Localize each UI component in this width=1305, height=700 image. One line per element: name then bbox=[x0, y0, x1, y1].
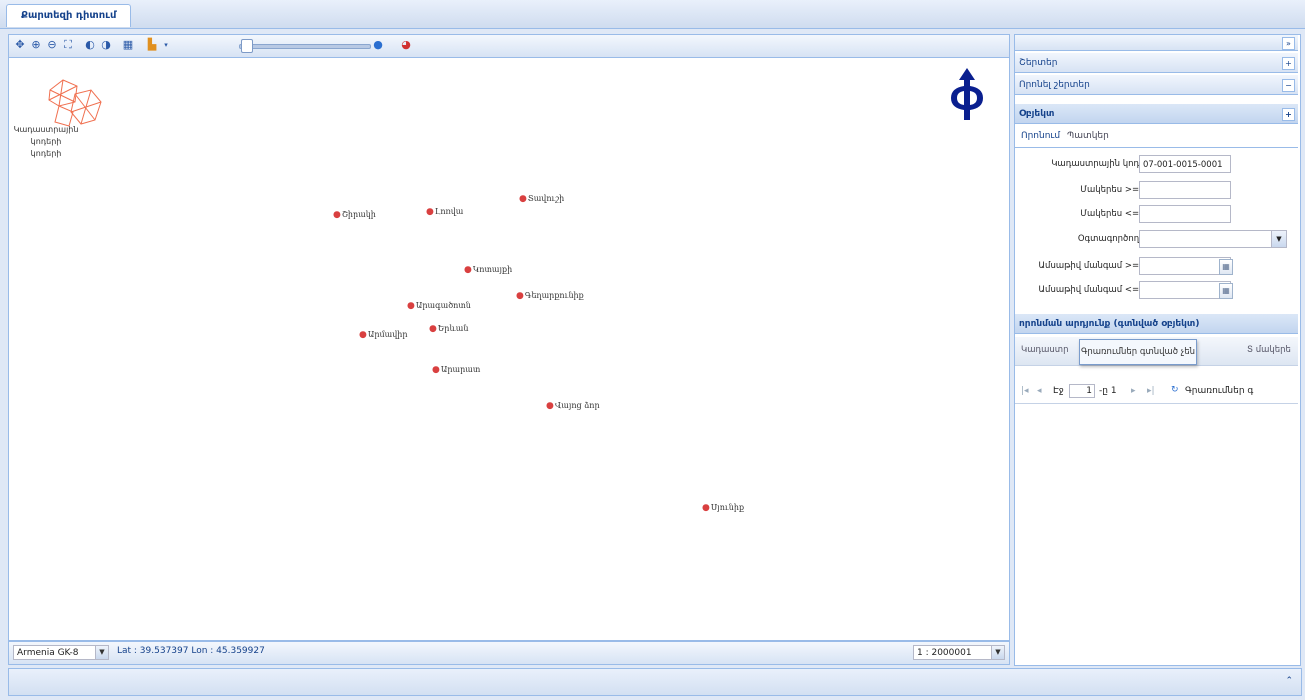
city-label: ●Սյունիք bbox=[702, 503, 745, 513]
prev-page-icon[interactable]: ◂ bbox=[1037, 386, 1042, 396]
section-search-layers[interactable]: Որոնել շերտեր − bbox=[1015, 75, 1298, 95]
city-label: ●Կոտայքի bbox=[464, 265, 513, 275]
projection-value: Armenia GK-8 bbox=[17, 648, 79, 658]
no-records-tooltip: Գրառումներ գտնված չեն bbox=[1079, 339, 1197, 365]
section-layers[interactable]: Շերտեր + bbox=[1015, 53, 1298, 73]
map-canvas[interactable]: Կադաստրային կոդերի կոդերի ●Շիրակի ●Լոռվա… bbox=[8, 57, 1010, 641]
divider bbox=[1015, 147, 1298, 148]
column-header[interactable]: Տ մակերե bbox=[1247, 345, 1291, 355]
cadastral-code-label: Կադաստրային կոդ: bbox=[1051, 159, 1142, 169]
city-label: ●Արարատ bbox=[432, 365, 481, 375]
next-extent-icon[interactable]: ◑ bbox=[99, 38, 113, 52]
last-page-icon[interactable]: ▸| bbox=[1147, 386, 1155, 396]
city-label: ●Երևան bbox=[429, 324, 469, 334]
refresh-icon[interactable]: ↻ bbox=[1171, 385, 1179, 395]
bottom-bar: ⌃ bbox=[8, 668, 1302, 696]
area-min-field[interactable] bbox=[1139, 181, 1231, 199]
area-min-label: Մակերես >=: bbox=[1080, 185, 1142, 195]
zoom-extent-icon[interactable]: ⛶ bbox=[61, 38, 75, 52]
right-panel: » Շերտեր + Որոնել շերտեր − Օբյեկտ + Որոն… bbox=[1014, 34, 1301, 666]
chevron-down-icon[interactable]: ▼ bbox=[1271, 231, 1286, 247]
city-label: ●Տավուշի bbox=[519, 194, 565, 204]
city-label: ●Գեղարքունիք bbox=[516, 291, 584, 301]
chevron-down-icon[interactable]: ▾ bbox=[159, 38, 173, 52]
calendar-icon[interactable]: ▦ bbox=[1219, 283, 1233, 299]
legend-label: Կադաստրային կոդերի կոդերի bbox=[11, 124, 81, 160]
tab-map-view[interactable]: Քարտեզի դիտում bbox=[6, 4, 132, 27]
tab-strip: Քարտեզի դիտում bbox=[0, 0, 1305, 29]
zoom-out-icon[interactable]: ⊖ bbox=[45, 38, 59, 52]
date-min-label: Ամսաթիվ մանգամ >=: bbox=[1038, 261, 1142, 271]
collapse-icon[interactable]: − bbox=[1282, 79, 1295, 92]
pager: |◂ ◂ Էջ 1 -ը 1 ▸ ▸| ↻ Գրառումներ գ bbox=[1015, 381, 1298, 404]
city-label: ●Շիրակի bbox=[333, 210, 376, 220]
cadastral-code-field[interactable]: 07-001-0015-0001 bbox=[1139, 155, 1231, 173]
expand-icon[interactable]: + bbox=[1282, 108, 1295, 121]
tab-image[interactable]: Պատկեր bbox=[1067, 131, 1109, 141]
select-icon[interactable]: ▦ bbox=[121, 38, 135, 52]
zoom-in-icon[interactable]: ⊕ bbox=[29, 38, 43, 52]
city-label: ●Արմավիր bbox=[359, 330, 408, 340]
user-select[interactable]: ▼ bbox=[1139, 230, 1287, 248]
projection-select[interactable]: Armenia GK-8 ▼ bbox=[13, 645, 109, 660]
date-max-field[interactable] bbox=[1139, 281, 1231, 299]
page-label: Էջ bbox=[1053, 386, 1064, 396]
calendar-icon[interactable]: ▦ bbox=[1219, 259, 1233, 275]
city-label: ●Վայոց ձոր bbox=[546, 401, 600, 411]
panel-top-header: » bbox=[1015, 35, 1298, 51]
map-statusbar: Armenia GK-8 ▼ Lat : 39.537397 Lon : 45.… bbox=[8, 641, 1010, 665]
column-header[interactable]: Կադաստր bbox=[1021, 345, 1068, 355]
results-header: որոնման արդյունք (գտնված օբյեկտ) bbox=[1015, 314, 1298, 334]
section-object-label: Օբյեկտ bbox=[1019, 109, 1055, 119]
zoom-slider[interactable] bbox=[239, 44, 371, 49]
chevron-down-icon[interactable]: ▼ bbox=[991, 646, 1004, 659]
scale-value: 1 : 2000001 bbox=[917, 648, 972, 658]
collapse-panel-icon[interactable]: » bbox=[1282, 37, 1295, 50]
print-icon[interactable]: ◕ bbox=[399, 38, 413, 52]
pan-icon[interactable]: ✥ bbox=[13, 38, 27, 52]
date-min-field[interactable] bbox=[1139, 257, 1231, 275]
user-label: Օգտագործող: bbox=[1077, 234, 1142, 244]
next-page-icon[interactable]: ▸ bbox=[1131, 386, 1136, 396]
section-search-layers-label: Որոնել շերտեր bbox=[1019, 80, 1090, 90]
expand-icon[interactable]: + bbox=[1282, 57, 1295, 70]
tab-search[interactable]: Որոնում bbox=[1021, 131, 1060, 141]
layers-icon[interactable]: ▙ bbox=[145, 38, 159, 52]
section-object[interactable]: Օբյեկտ + bbox=[1015, 104, 1298, 124]
coordinates-readout: Lat : 39.537397 Lon : 45.359927 bbox=[117, 646, 265, 656]
info-icon[interactable]: ● bbox=[371, 38, 385, 52]
refresh-label: Գրառումներ գ bbox=[1185, 386, 1254, 396]
chevron-down-icon[interactable]: ▼ bbox=[95, 646, 108, 659]
scale-select[interactable]: 1 : 2000001 ▼ bbox=[913, 645, 1005, 660]
page-input[interactable]: 1 bbox=[1069, 384, 1095, 398]
section-layers-label: Շերտեր bbox=[1019, 58, 1058, 68]
legend-label-line2: կոդերի bbox=[30, 149, 62, 158]
area-max-label: Մակերես <=: bbox=[1080, 209, 1142, 219]
date-max-label: Ամսաթիվ մանգամ <=: bbox=[1038, 285, 1142, 295]
north-arrow-icon bbox=[951, 68, 983, 120]
previous-extent-icon[interactable]: ◐ bbox=[83, 38, 97, 52]
collapse-icon[interactable]: ⌃ bbox=[1285, 676, 1293, 686]
area-max-field[interactable] bbox=[1139, 205, 1231, 223]
city-label: ●Արագածոտն bbox=[407, 301, 471, 311]
legend-label-line1: Կադաստրային կոդերի bbox=[13, 125, 79, 146]
first-page-icon[interactable]: |◂ bbox=[1021, 386, 1029, 396]
map-toolbar: ✥ ⊕ ⊖ ⛶ ◐ ◑ ▦ ▙ ▾ ● ◕ bbox=[8, 34, 1010, 58]
city-label: ●Լոռվա bbox=[426, 207, 464, 217]
page-of-label: -ը 1 bbox=[1099, 386, 1117, 396]
zoom-slider-thumb[interactable] bbox=[240, 39, 253, 53]
